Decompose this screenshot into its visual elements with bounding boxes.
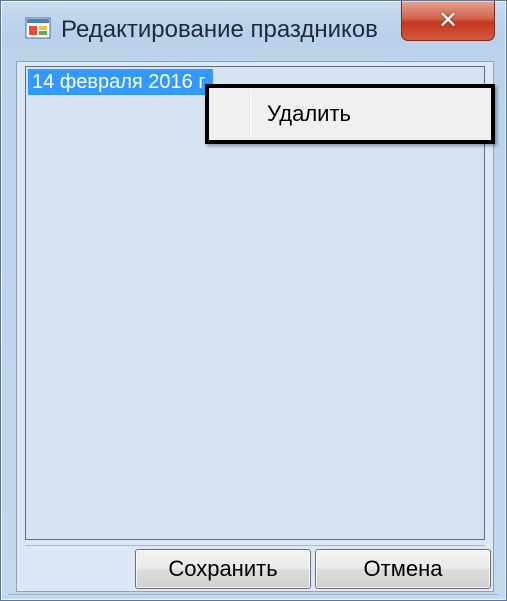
list-item[interactable]: 14 февраля 2016 г. bbox=[28, 69, 213, 95]
cancel-button[interactable]: Отмена bbox=[315, 549, 491, 589]
close-icon: ✕ bbox=[437, 6, 459, 34]
menu-item-label: Удалить bbox=[267, 101, 351, 126]
menu-item-delete[interactable]: Удалить bbox=[213, 92, 487, 136]
save-button[interactable]: Сохранить bbox=[135, 549, 311, 589]
footer-separator bbox=[25, 545, 485, 546]
window-title: Редактирование праздников bbox=[61, 16, 378, 43]
app-window-icon[interactable] bbox=[25, 17, 51, 39]
context-menu: Удалить bbox=[205, 84, 495, 144]
dialog-window: Редактирование праздников ✕ 14 февраля 2… bbox=[0, 0, 507, 601]
close-button[interactable]: ✕ bbox=[401, 1, 495, 41]
window-bottom-edge bbox=[8, 594, 499, 595]
